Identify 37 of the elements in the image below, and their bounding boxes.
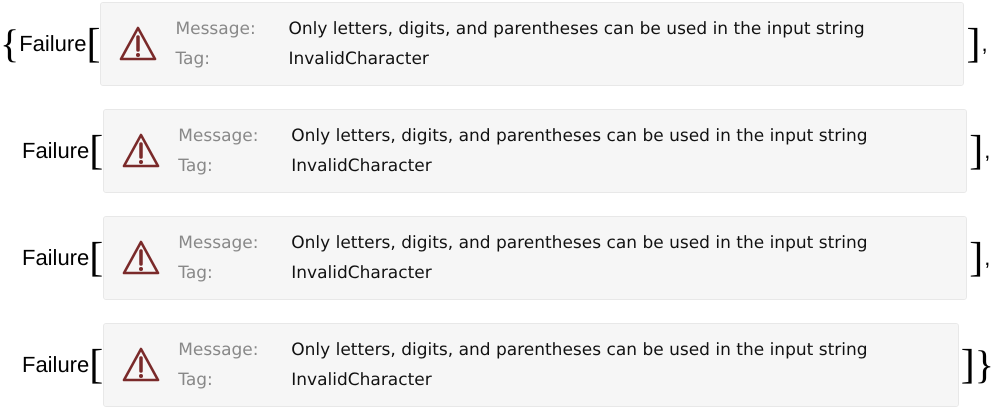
message-label: Message: <box>178 125 260 148</box>
warning-icon <box>119 25 158 63</box>
message-text: Only letters, digits, and parentheses can be used in the input string <box>291 125 868 148</box>
tag-text: InvalidCharacter <box>291 155 433 178</box>
failure-head: Failure <box>22 138 90 164</box>
comma: , <box>984 138 990 164</box>
open-bracket: [ <box>89 126 104 176</box>
message-label: Message: <box>178 339 260 362</box>
open-bracket: [ <box>89 340 104 390</box>
tag-text: InvalidCharacter <box>291 369 433 392</box>
warning-icon <box>122 132 160 170</box>
tag-label: Tag: <box>178 369 214 392</box>
close-bracket: ] <box>969 126 984 176</box>
failure-head: Failure <box>22 352 90 378</box>
open-bracket: [ <box>86 20 100 69</box>
warning-icon <box>122 346 160 384</box>
open-brace: { <box>0 20 20 68</box>
message-label: Message: <box>175 18 257 41</box>
tag-label: Tag: <box>178 262 214 285</box>
failure-head: Failure <box>19 31 86 57</box>
close-brace: } <box>974 341 994 389</box>
message-text: Only letters, digits, and parentheses can be used in the input string <box>291 232 868 255</box>
tag-text: InvalidCharacter <box>291 262 433 285</box>
failure-head: Failure <box>22 245 90 271</box>
close-bracket: ] <box>966 20 980 69</box>
comma: , <box>981 31 988 57</box>
tag-label: Tag: <box>178 155 214 178</box>
tag-text: InvalidCharacter <box>288 48 430 71</box>
message-text: Only letters, digits, and parentheses can be used in the input string <box>288 18 865 41</box>
close-bracket: ] <box>960 340 975 390</box>
message-label: Message: <box>178 232 260 255</box>
warning-icon <box>122 239 160 277</box>
close-bracket: ] <box>969 234 984 283</box>
tag-label: Tag: <box>175 48 211 71</box>
comma: , <box>984 245 990 271</box>
open-bracket: [ <box>89 234 104 283</box>
message-text: Only letters, digits, and parentheses can be used in the input string <box>291 339 868 362</box>
